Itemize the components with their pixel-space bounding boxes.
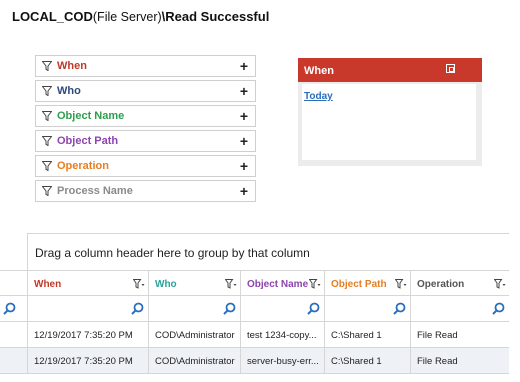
plus-icon[interactable]: + [240,183,248,199]
grid-search-row [0,296,509,322]
cell-object-name: server-busy-err... [240,348,324,373]
when-panel: When Today [298,58,482,166]
column-filter-icon[interactable] [225,279,237,289]
column-header-operation[interactable]: Operation [410,271,509,296]
column-label: Object Path [331,279,387,290]
column-header-when[interactable]: When [27,271,148,296]
plus-icon[interactable]: + [240,58,248,74]
when-panel-title: When [304,65,334,77]
title-middle: (File Server) [92,10,162,24]
column-filter-icon[interactable] [133,279,145,289]
plus-icon[interactable]: + [240,83,248,99]
search-icon[interactable] [131,302,144,315]
filter-label: When [57,60,87,72]
filter-when[interactable]: When + [35,55,256,77]
column-header-object-name[interactable]: Object Name [240,271,324,296]
funnel-icon [42,86,52,96]
table-row[interactable]: 12/19/2017 7:35:20 PM COD\Administrator … [0,322,509,348]
column-header-who[interactable]: Who [148,271,240,296]
when-panel-header: When [298,58,482,82]
cell-operation: File Read [410,322,509,347]
cell-object-path: C:\Shared 1 [324,322,410,347]
filter-list: When + Who + Object Name + Object Path +… [35,55,256,205]
plus-icon[interactable]: + [240,133,248,149]
funnel-icon [42,186,52,196]
search-icon[interactable] [3,302,16,315]
when-panel-body: Today [302,84,476,160]
search-cell-object-name[interactable] [240,296,324,321]
cell-object-name: test 1234-copy... [240,322,324,347]
cell-who: COD\Administrator [148,348,240,373]
filter-object-name[interactable]: Object Name + [35,105,256,127]
today-link[interactable]: Today [304,91,333,102]
column-filter-icon[interactable] [309,279,321,289]
filter-label: Object Name [57,110,125,122]
cell-operation: File Read [410,348,509,373]
grid-header-row: When Who Object Name Object Path Operati… [0,270,509,296]
filter-label: Process Name [57,185,133,197]
plus-icon[interactable]: + [240,108,248,124]
group-by-area[interactable]: Drag a column header here to group by th… [27,233,509,270]
cell-when: 12/19/2017 7:35:20 PM [27,348,148,373]
filter-process-name[interactable]: Process Name + [35,180,256,202]
search-icon[interactable] [307,302,320,315]
funnel-icon [42,161,52,171]
funnel-icon [42,61,52,71]
plus-icon[interactable]: + [240,158,248,174]
column-header-object-path[interactable]: Object Path [324,271,410,296]
column-filter-icon[interactable] [494,279,506,289]
cell-when: 12/19/2017 7:35:20 PM [27,322,148,347]
column-label: Object Name [247,279,309,290]
title-suffix: \Read Successful [161,9,270,24]
filter-label: Operation [57,160,109,172]
title-prefix: LOCAL_COD [12,9,93,24]
search-icon[interactable] [393,302,406,315]
search-cell-object-path[interactable] [324,296,410,321]
search-cell-who[interactable] [148,296,240,321]
search-cell-when[interactable] [27,296,148,321]
search-icon[interactable] [492,302,505,315]
filter-object-path[interactable]: Object Path + [35,130,256,152]
filter-operation[interactable]: Operation + [35,155,256,177]
column-label: Operation [417,279,465,290]
filter-label: Object Path [57,135,119,147]
table-row[interactable]: 12/19/2017 7:35:20 PM COD\Administrator … [0,348,509,374]
filter-who[interactable]: Who + [35,80,256,102]
filter-label: Who [57,85,81,97]
column-label: When [34,279,62,290]
funnel-icon [42,111,52,121]
maximize-icon[interactable] [446,64,455,73]
column-filter-icon[interactable] [395,279,407,289]
search-icon[interactable] [223,302,236,315]
search-cell-operation[interactable] [410,296,509,321]
page-title: LOCAL_COD(File Server)\Read Successful [12,9,269,24]
column-label: Who [155,279,177,290]
cell-who: COD\Administrator [148,322,240,347]
cell-object-path: C:\Shared 1 [324,348,410,373]
funnel-icon [42,136,52,146]
